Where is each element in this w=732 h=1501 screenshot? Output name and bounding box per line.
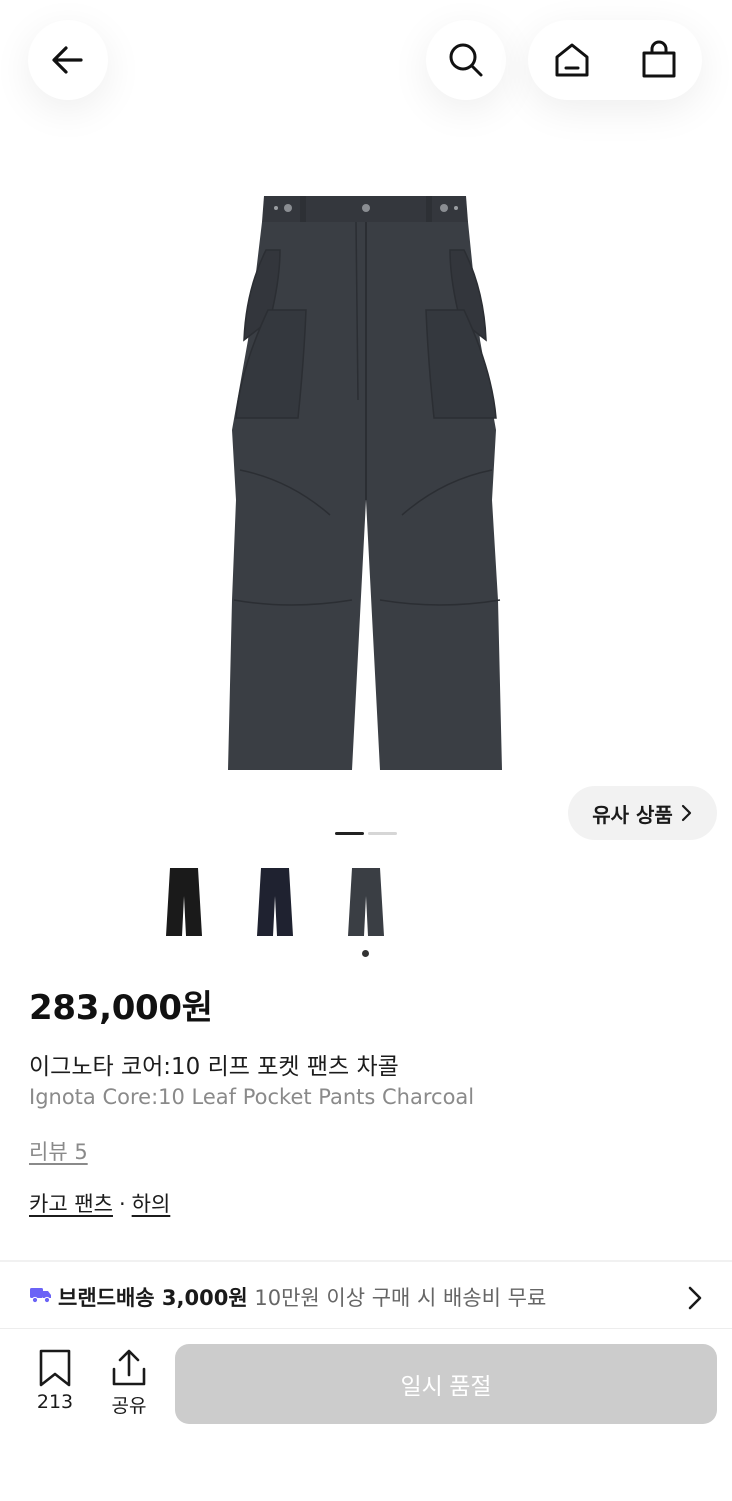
shipping-fee-label: 브랜드배송 3,000원 <box>58 1286 248 1310</box>
home-icon <box>555 43 588 77</box>
variant-thumbnail-black[interactable] <box>161 862 207 942</box>
bookmark-count: 213 <box>36 1391 74 1413</box>
chevron-right-icon <box>681 804 691 822</box>
gallery-indicator-inactive <box>368 832 397 835</box>
header-action-group <box>528 20 702 100</box>
shipping-info-row[interactable]: 브랜드배송 3,000원 10만원 이상 구매 시 배송비 무료 <box>0 1262 732 1328</box>
review-link[interactable]: 리뷰 5 <box>29 1136 88 1166</box>
product-name-english: Ignota Core:10 Leaf Pocket Pants Charcoa… <box>29 1085 475 1109</box>
selected-variant-dot <box>362 950 369 957</box>
shopping-bag-icon <box>642 40 675 78</box>
sold-out-button[interactable]: 일시 품절 <box>175 1344 717 1424</box>
share-button[interactable]: 공유 <box>98 1349 160 1429</box>
black-pants-thumbnail <box>166 868 202 936</box>
product-price: 283,000원 <box>29 988 213 1028</box>
cargo-pants-image <box>228 196 502 770</box>
navy-pants-thumbnail <box>257 868 293 936</box>
similar-products-button[interactable]: 유사 상품 <box>568 786 717 840</box>
truck-icon <box>30 1288 51 1304</box>
search-icon <box>449 43 483 77</box>
category-link-bottoms[interactable]: 하의 <box>132 1192 171 1216</box>
variant-thumbnail-navy[interactable] <box>252 862 298 942</box>
category-breadcrumb: 카고 팬츠 · 하의 <box>29 1188 170 1218</box>
product-hero-image[interactable] <box>180 170 552 790</box>
share-icon <box>112 1349 146 1386</box>
free-shipping-note: 10만원 이상 구매 시 배송비 무료 <box>254 1286 547 1310</box>
charcoal-pants-thumbnail <box>348 868 384 936</box>
chevron-right-icon <box>688 1286 702 1310</box>
product-name-korean: 이그노타 코어:10 리프 포켓 팬츠 차콜 <box>29 1054 399 1080</box>
product-detail-screen: 유사 상품 283,000원 이그노타 코어:10 리프 포켓 팬츠 차콜 Ig… <box>0 0 732 1501</box>
shipping-text: 브랜드배송 3,000원 10만원 이상 구매 시 배송비 무료 <box>58 1282 546 1312</box>
category-link-cargo[interactable]: 카고 팬츠 <box>29 1192 113 1216</box>
share-label: 공유 <box>111 1395 147 1417</box>
back-button[interactable] <box>28 20 108 100</box>
breadcrumb-separator: · <box>118 1192 126 1216</box>
similar-products-label: 유사 상품 <box>592 802 673 827</box>
home-button[interactable] <box>542 30 602 90</box>
cart-button[interactable] <box>629 30 689 90</box>
search-button[interactable] <box>426 20 506 100</box>
gallery-indicator-active <box>335 832 364 835</box>
bookmark-icon <box>39 1349 71 1387</box>
arrow-left-icon <box>52 46 83 74</box>
variant-thumbnail-charcoal[interactable] <box>343 862 389 942</box>
bookmark-button[interactable]: 213 <box>24 1349 86 1429</box>
bottom-action-bar: 213 공유 일시 품절 <box>0 1328 732 1501</box>
